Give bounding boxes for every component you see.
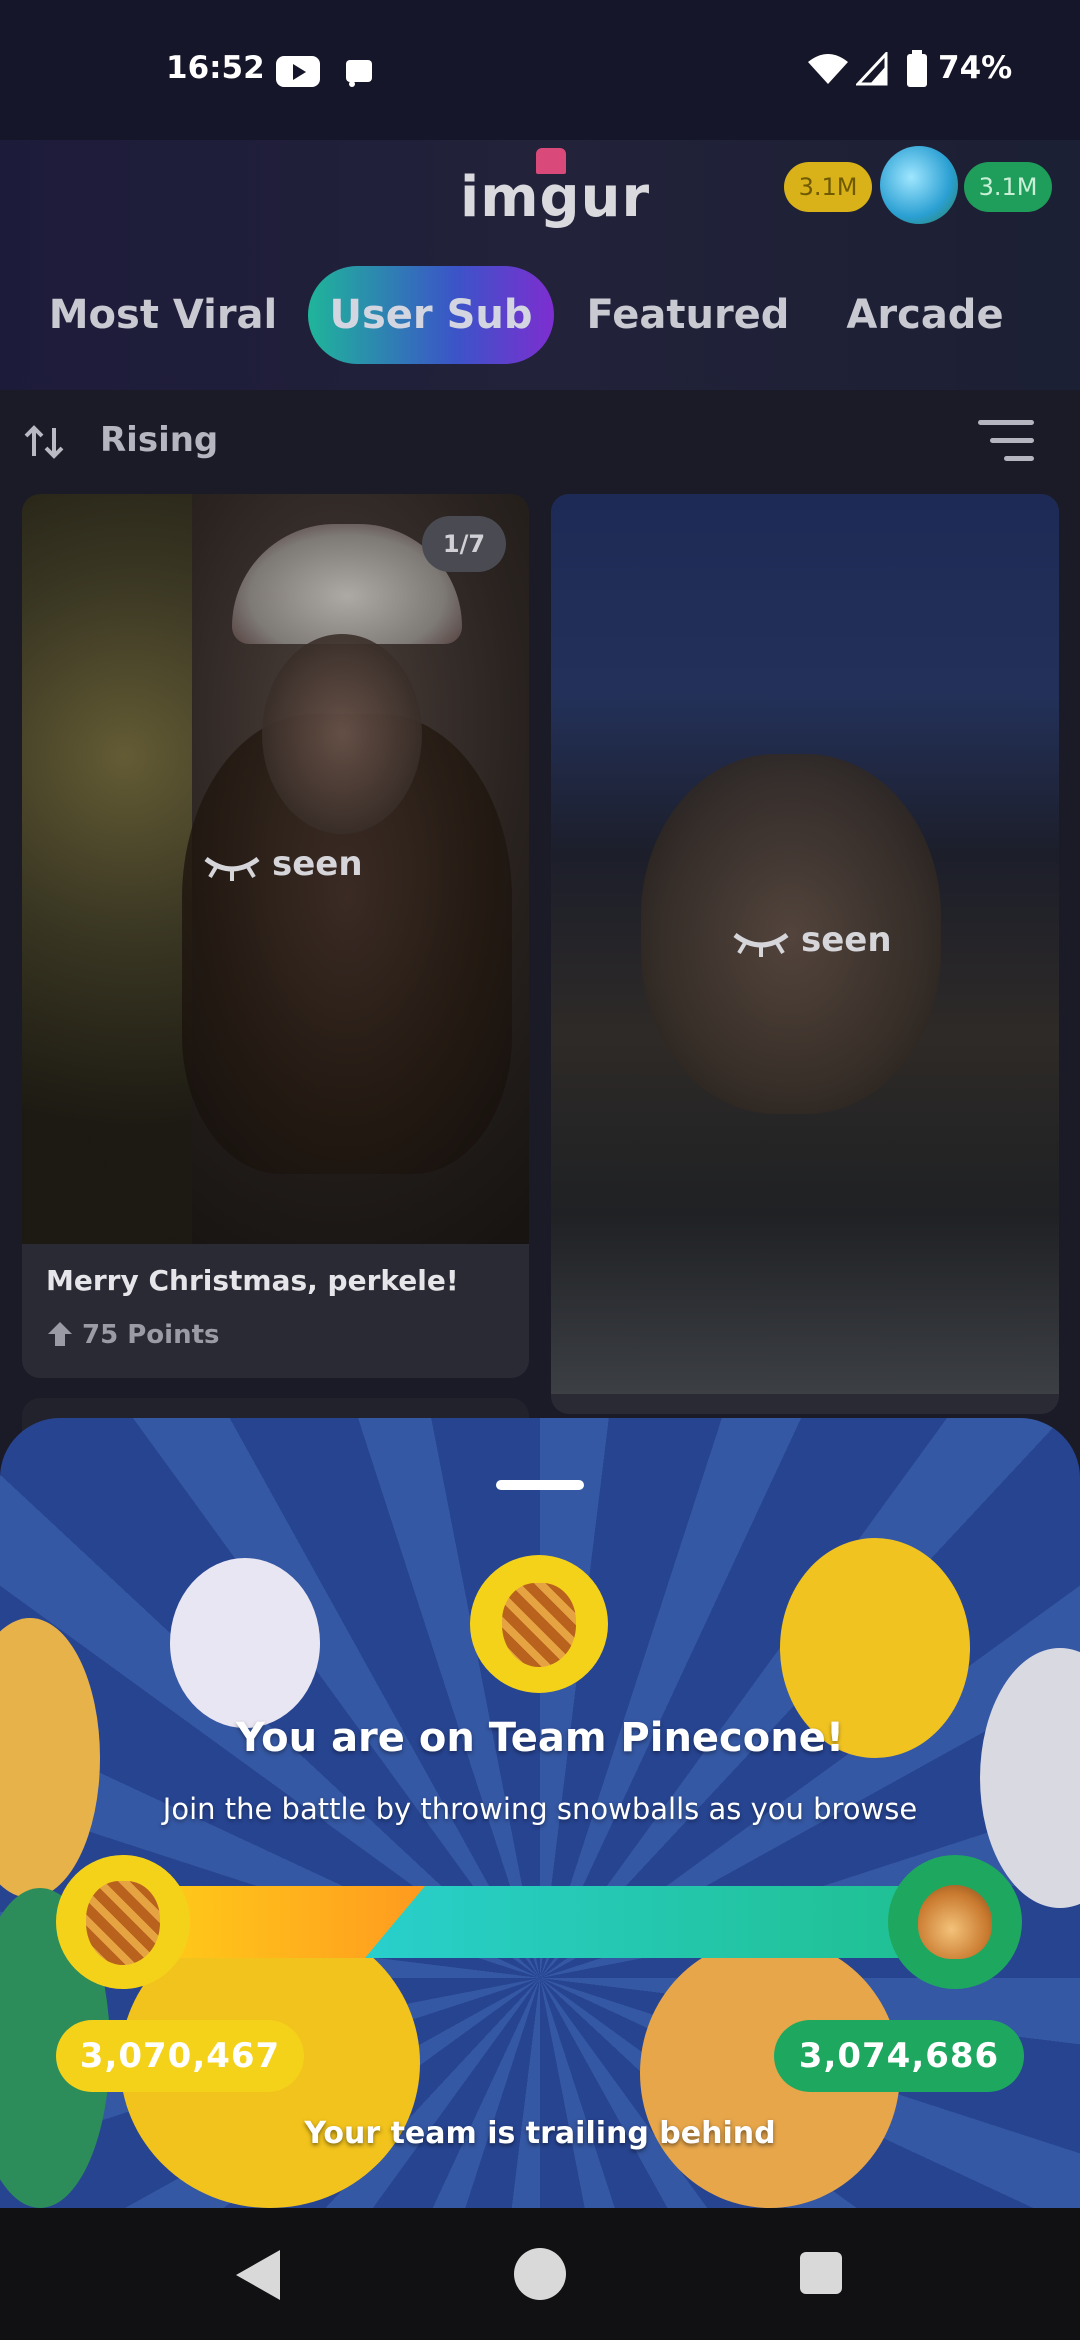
youtube-icon	[276, 56, 320, 87]
acorn-icon	[918, 1885, 992, 1959]
recents-icon[interactable]	[800, 2252, 842, 2294]
tab-arcade[interactable]: Arcade	[836, 266, 1014, 364]
notification-icon	[346, 60, 372, 87]
post-card[interactable]: 1/7 seen Merry Christmas, perkele! 75 Po…	[22, 494, 529, 1378]
post-points: 75 Points	[82, 1320, 220, 1350]
home-icon[interactable]	[514, 2248, 566, 2300]
post-title[interactable]: Merry Christmas, perkele!	[46, 1264, 459, 1297]
wifi-icon	[808, 54, 848, 84]
team-progress-bar	[130, 1886, 950, 1958]
signal-icon	[856, 52, 888, 86]
team-headline: You are on Team Pinecone!	[235, 1715, 845, 1761]
post-card[interactable]: seen	[551, 494, 1059, 1414]
sort-label[interactable]: Rising	[100, 420, 218, 460]
pinecone-icon	[86, 1881, 160, 1965]
acorn-team-icon	[888, 1855, 1022, 1989]
team-status-message: Your team is trailing behind	[304, 2116, 776, 2151]
tab-most-viral[interactable]: Most Viral	[30, 266, 296, 364]
status-time: 16:52	[166, 50, 265, 86]
upvote-icon[interactable]	[46, 1320, 74, 1348]
tab-featured[interactable]: Featured	[580, 266, 796, 364]
seen-indicator: seen	[202, 844, 363, 884]
back-icon[interactable]	[236, 2250, 280, 2300]
closed-eye-icon	[204, 856, 260, 881]
acorn-team-score-chip[interactable]: 3.1M	[964, 162, 1052, 212]
battery-icon	[907, 50, 927, 87]
battery-percent: 74%	[938, 50, 1013, 86]
imgur-logo[interactable]: imgur	[460, 165, 650, 230]
seen-label: seen	[272, 844, 363, 884]
image-counter-badge: 1/7	[422, 516, 506, 572]
event-avatar-icon[interactable]	[880, 146, 958, 224]
filter-icon[interactable]	[978, 420, 1034, 464]
team-subline: Join the battle by throwing snowballs as…	[162, 1792, 918, 1826]
pinecone-icon	[502, 1583, 576, 1667]
tab-user-sub[interactable]: User Sub	[308, 266, 554, 364]
acorn-score: 3,074,686	[774, 2020, 1024, 2092]
sort-icon[interactable]	[24, 424, 64, 460]
sheet-drag-handle[interactable]	[496, 1480, 584, 1490]
pinecone-team-icon	[56, 1855, 190, 1989]
pinecone-team-score-chip[interactable]: 3.1M	[784, 162, 872, 212]
seen-indicator: seen	[731, 920, 892, 960]
seen-label: seen	[801, 920, 892, 960]
team-pinecone-badge	[470, 1555, 608, 1693]
bunny-illustration	[170, 1558, 320, 1728]
pinecone-score: 3,070,467	[56, 2020, 304, 2092]
closed-eye-icon	[733, 932, 789, 957]
